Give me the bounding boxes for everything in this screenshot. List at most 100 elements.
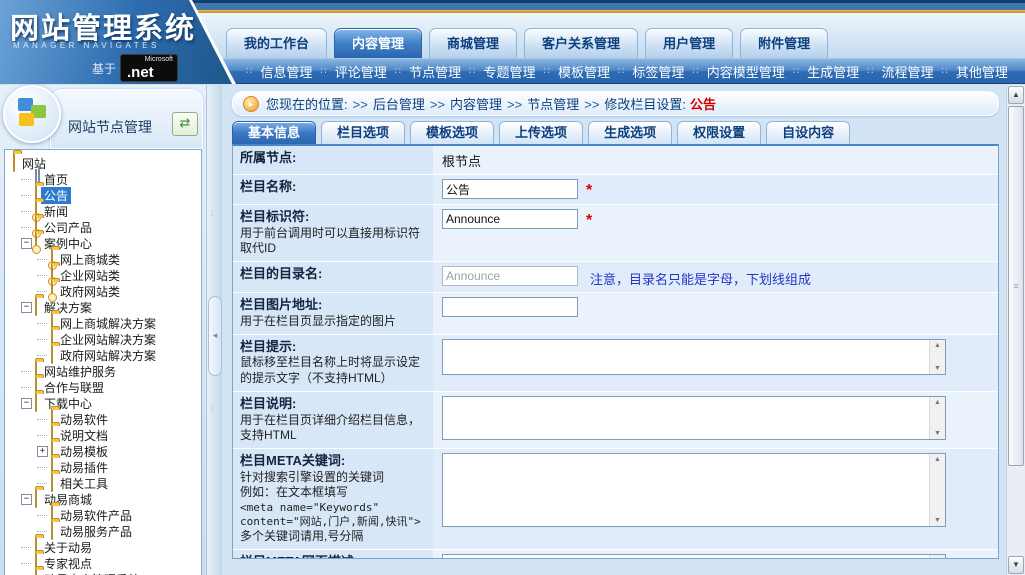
top-tab-4[interactable]: 客户关系管理 bbox=[524, 28, 638, 58]
collapse-icon[interactable]: − bbox=[21, 238, 32, 249]
tree-item[interactable]: 网站 bbox=[13, 155, 199, 171]
form-row: 栏目的目录名:注意，目录名只能是字母，下划线组成 bbox=[233, 262, 998, 293]
form-tab-7[interactable]: 自设内容 bbox=[766, 121, 850, 144]
textarea-scrollbar[interactable]: ▲▼ bbox=[929, 555, 945, 559]
textarea-scrollbar[interactable]: ▲▼ bbox=[929, 340, 945, 374]
collapse-icon[interactable]: − bbox=[21, 302, 32, 313]
tree-connector bbox=[37, 515, 47, 516]
form-value-cell: ▲▼ bbox=[433, 449, 998, 549]
refresh-button[interactable]: ⇄ bbox=[172, 112, 198, 136]
form-tab-3[interactable]: 模板选项 bbox=[410, 121, 494, 144]
tree-item[interactable]: 新闻 bbox=[21, 203, 199, 219]
scroll-thumb[interactable]: ≡ bbox=[1008, 106, 1024, 466]
menu-separator-icon: ∷ bbox=[793, 66, 799, 77]
tree-item[interactable]: 网上商城解决方案 bbox=[37, 315, 199, 331]
栏目名称-input[interactable] bbox=[442, 179, 578, 199]
tree-expander-slot bbox=[37, 291, 51, 292]
tree-item[interactable]: 企业网站类 bbox=[37, 267, 199, 283]
form-tab-1[interactable]: 基本信息 bbox=[232, 121, 316, 144]
tree-item[interactable]: 关于动易 bbox=[21, 539, 199, 555]
tree-item[interactable]: 政府网站类 bbox=[37, 283, 199, 299]
menu-item-9[interactable]: 流程管理 bbox=[882, 62, 934, 81]
menu-item-6[interactable]: 标签管理 bbox=[632, 62, 684, 81]
textarea-scroll-down-icon[interactable]: ▼ bbox=[934, 517, 941, 524]
tree-item[interactable]: −下载中心 bbox=[21, 395, 199, 411]
form-tab-2[interactable]: 栏目选项 bbox=[321, 121, 405, 144]
menu-item-8[interactable]: 生成管理 bbox=[807, 62, 859, 81]
tree-item[interactable]: 网上商城类 bbox=[37, 251, 199, 267]
tree-item[interactable]: 相关工具 bbox=[37, 475, 199, 491]
top-tab-1[interactable]: 我的工作台 bbox=[226, 28, 327, 58]
menu-item-7[interactable]: 内容模型管理 bbox=[707, 62, 785, 81]
folder-icon bbox=[51, 522, 53, 540]
tree-expander-slot bbox=[21, 195, 35, 196]
tree-item[interactable]: 企业网站解决方案 bbox=[37, 331, 199, 347]
form-tab-4[interactable]: 上传选项 bbox=[499, 121, 583, 144]
栏目标识符-input[interactable] bbox=[442, 209, 578, 229]
tree-item[interactable]: 动易服务产品 bbox=[37, 523, 199, 539]
field-description: <meta name="Keywords" bbox=[240, 501, 426, 515]
textarea-scroll-down-icon[interactable]: ▼ bbox=[934, 430, 941, 437]
scroll-down-button[interactable]: ▼ bbox=[1008, 556, 1024, 574]
tree-item[interactable]: 动易软件产品 bbox=[37, 507, 199, 523]
folder-icon bbox=[35, 298, 37, 316]
栏目META关键词-textarea[interactable]: ▲▼ bbox=[442, 453, 946, 527]
textarea-scroll-up-icon[interactable]: ▲ bbox=[934, 342, 941, 349]
栏目提示-textarea[interactable]: ▲▼ bbox=[442, 339, 946, 375]
menu-item-1[interactable]: 信息管理 bbox=[260, 62, 312, 81]
textarea-scrollbar[interactable]: ▲▼ bbox=[929, 397, 945, 439]
tree-item[interactable]: 公告 bbox=[21, 187, 199, 203]
form-tab-5[interactable]: 生成选项 bbox=[588, 121, 672, 144]
top-tab-3[interactable]: 商城管理 bbox=[429, 28, 517, 58]
tree-item[interactable]: −解决方案 bbox=[21, 299, 199, 315]
栏目说明-textarea[interactable]: ▲▼ bbox=[442, 396, 946, 440]
breadcrumb-link-1[interactable]: 后台管理 bbox=[373, 97, 425, 112]
expand-icon[interactable]: + bbox=[37, 446, 48, 457]
menu-item-2[interactable]: 评论管理 bbox=[335, 62, 387, 81]
menu-item-4[interactable]: 专题管理 bbox=[484, 62, 536, 81]
main-scrollbar[interactable]: ▲ ≡ ▼ bbox=[1006, 85, 1025, 575]
form-tab-6[interactable]: 权限设置 bbox=[677, 121, 761, 144]
tree-connector bbox=[21, 195, 31, 196]
menu-separator-icon: ∷ bbox=[395, 66, 401, 77]
top-tab-2[interactable]: 内容管理 bbox=[334, 28, 422, 58]
tree-item[interactable]: 动易软件 bbox=[37, 411, 199, 427]
breadcrumb-separator: >> bbox=[507, 97, 522, 112]
breadcrumb-link-2[interactable]: 内容管理 bbox=[450, 97, 502, 112]
textarea-scroll-up-icon[interactable]: ▲ bbox=[934, 456, 941, 463]
scroll-up-button[interactable]: ▲ bbox=[1008, 86, 1024, 104]
breadcrumb-link-3[interactable]: 节点管理 bbox=[527, 97, 579, 112]
栏目META网页描述-textarea[interactable]: ▲▼ bbox=[442, 554, 946, 559]
collapse-sidebar-button[interactable]: ◂ bbox=[208, 296, 222, 376]
textarea-scroll-down-icon[interactable]: ▼ bbox=[934, 365, 941, 372]
menu-item-3[interactable]: 节点管理 bbox=[409, 62, 461, 81]
top-tab-6[interactable]: 附件管理 bbox=[740, 28, 828, 58]
tree-item[interactable]: −案例中心 bbox=[21, 235, 199, 251]
menu-item-10[interactable]: 其他管理 bbox=[956, 62, 1008, 81]
tree-item-label: 政府网站解决方案 bbox=[57, 347, 159, 364]
tree-item[interactable]: 首页 bbox=[21, 171, 199, 187]
tree-item[interactable]: 动易内容管理系统 bbox=[21, 571, 199, 575]
tree-item[interactable]: 专家视点 bbox=[21, 555, 199, 571]
tree-item[interactable]: 网站维护服务 bbox=[21, 363, 199, 379]
breadcrumb-path: >>后台管理>>内容管理>>节点管理>>修改栏目设置: bbox=[348, 94, 686, 113]
collapse-icon[interactable]: − bbox=[21, 494, 32, 505]
栏目图片地址-input[interactable] bbox=[442, 297, 578, 317]
main-content: ▸ 您现在的位置: >>后台管理>>内容管理>>节点管理>>修改栏目设置: 公告… bbox=[222, 85, 1025, 575]
tree-item[interactable]: −动易商城 bbox=[21, 491, 199, 507]
textarea-scroll-up-icon[interactable]: ▲ bbox=[934, 399, 941, 406]
tree-item[interactable]: +动易模板 bbox=[37, 443, 199, 459]
collapse-icon[interactable]: − bbox=[21, 398, 32, 409]
top-tab-5[interactable]: 用户管理 bbox=[645, 28, 733, 58]
tree-item[interactable]: 动易插件 bbox=[37, 459, 199, 475]
tree-item[interactable]: 合作与联盟 bbox=[21, 379, 199, 395]
form-label-cell: 栏目META关键词:针对搜索引擎设置的关键词例如：在文本框填写<meta nam… bbox=[233, 449, 433, 549]
textarea-scroll-up-icon[interactable]: ▲ bbox=[934, 557, 941, 559]
tree-item[interactable]: 公司产品 bbox=[21, 219, 199, 235]
header: 我的工作台内容管理商城管理客户关系管理用户管理附件管理 ∷信息管理∷评论管理∷节… bbox=[0, 0, 1025, 84]
breadcrumb-separator: >> bbox=[353, 97, 368, 112]
tree-item[interactable]: 政府网站解决方案 bbox=[37, 347, 199, 363]
textarea-scrollbar[interactable]: ▲▼ bbox=[929, 454, 945, 526]
tree-item[interactable]: 说明文档 bbox=[37, 427, 199, 443]
menu-item-5[interactable]: 模板管理 bbox=[558, 62, 610, 81]
